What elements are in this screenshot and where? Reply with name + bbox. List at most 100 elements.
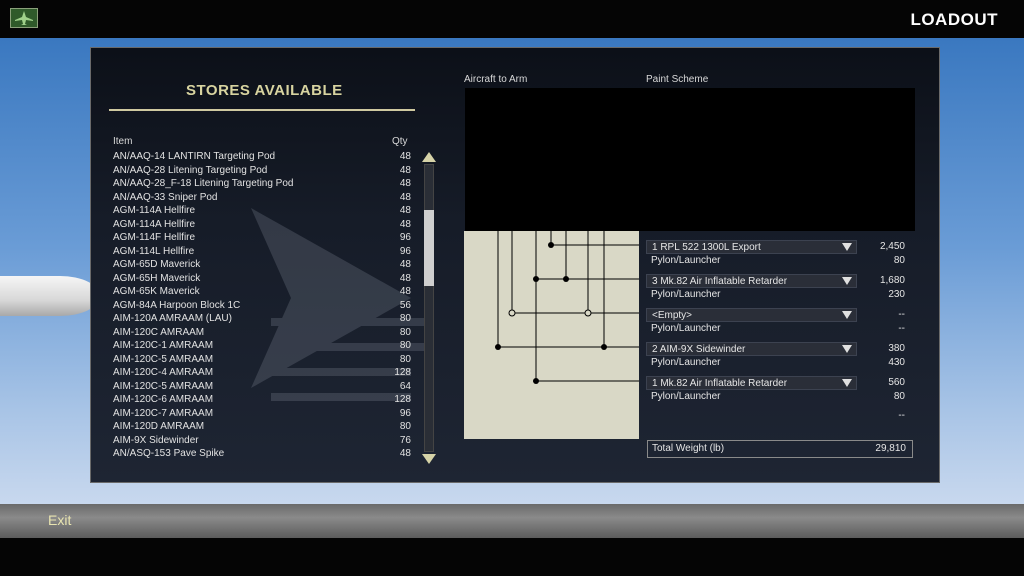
store-qty: 48 xyxy=(399,191,411,203)
station-dropdown[interactable]: 1 RPL 522 1300L Export xyxy=(646,240,857,254)
store-qty: 48 xyxy=(399,178,411,189)
store-qty: 80 xyxy=(399,353,411,365)
pylon-weight: 80 xyxy=(893,255,905,266)
store-qty: 64 xyxy=(399,380,411,392)
store-name: AIM-120A AMRAAM (LAU) xyxy=(113,313,232,324)
store-name: AIM-120C-5 AMRAAM xyxy=(113,353,214,365)
store-row[interactable]: AGM-114A Hellfire 48 xyxy=(113,204,415,218)
store-row[interactable]: AIM-120D AMRAAM 80 xyxy=(113,420,415,434)
store-row[interactable]: AGM-65D Maverick 48 xyxy=(113,258,415,272)
total-weight-value: 29,810 xyxy=(875,443,906,454)
station-store-name: 1 Mk.82 Air Inflatable Retarder xyxy=(652,378,788,389)
station-dropdown[interactable]: 3 Mk.82 Air Inflatable Retarder xyxy=(646,274,857,288)
station-dropdown[interactable]: <Empty> xyxy=(646,308,857,322)
store-name: AGM-114A Hellfire xyxy=(113,205,196,216)
store-name: AIM-120D AMRAAM xyxy=(113,421,205,432)
store-row[interactable]: AIM-120C-5 AMRAAM 64 xyxy=(113,380,415,394)
redacted-area xyxy=(465,88,915,231)
store-qty: 80 xyxy=(399,421,411,432)
pylon-label: Pylon/Launcher xyxy=(651,323,721,334)
home-button[interactable] xyxy=(10,8,38,28)
store-row[interactable]: AIM-9X Sidewinder 76 xyxy=(113,434,415,448)
store-row[interactable]: AIM-120C-1 AMRAAM 80 xyxy=(113,339,415,353)
missile-nose-image xyxy=(0,276,100,316)
store-row[interactable]: AN/AAQ-33 Sniper Pod 48 xyxy=(113,191,415,205)
stores-scrollbar[interactable] xyxy=(422,152,436,464)
store-row[interactable]: AIM-120A AMRAAM (LAU) 80 xyxy=(113,312,415,326)
store-qty: 48 xyxy=(399,259,411,270)
store-row[interactable]: AIM-120C AMRAAM 80 xyxy=(113,326,415,340)
exit-button[interactable]: Exit xyxy=(48,512,71,528)
store-row[interactable]: AN/AAQ-28_F-18 Litening Targeting Pod 48 xyxy=(113,177,415,191)
pylon-weight: -- xyxy=(898,323,905,334)
station-weight: 2,450 xyxy=(879,241,905,252)
store-name: AGM-114L Hellfire xyxy=(113,245,195,257)
loadout-panel: STORES AVAILABLE Item Qty AN/AAQ-14 LANT… xyxy=(90,47,940,483)
station-dropdown[interactable]: 1 Mk.82 Air Inflatable Retarder xyxy=(646,376,857,390)
store-name: AN/AAQ-28_F-18 Litening Targeting Pod xyxy=(113,178,294,189)
store-name: AIM-9X Sidewinder xyxy=(113,434,199,446)
station-weight: 1,680 xyxy=(879,275,905,286)
pylon-label: Pylon/Launcher xyxy=(651,357,721,368)
station-store-name: <Empty> xyxy=(652,310,693,321)
store-qty: 80 xyxy=(399,340,411,351)
extra-weight: -- xyxy=(898,410,905,421)
store-name: AIM-120C-7 AMRAAM xyxy=(113,407,214,419)
store-row[interactable]: AN/ASQ-153 Pave Spike 48 xyxy=(113,447,415,461)
store-row[interactable]: AIM-120C-7 AMRAAM 96 xyxy=(113,407,415,421)
store-qty: 48 xyxy=(399,205,411,216)
store-qty: 96 xyxy=(399,245,411,257)
scroll-down-arrow-icon[interactable] xyxy=(422,454,436,464)
store-row[interactable]: AGM-114F Hellfire 96 xyxy=(113,231,415,245)
store-row[interactable]: AGM-114A Hellfire 48 xyxy=(113,218,415,232)
store-row[interactable]: AGM-114L Hellfire 96 xyxy=(113,245,415,259)
station-dropdown[interactable]: 2 AIM-9X Sidewinder xyxy=(646,342,857,356)
store-name: AGM-114A Hellfire xyxy=(113,218,196,230)
store-name: AN/ASQ-153 Pave Spike xyxy=(113,448,225,459)
screen-title: LOADOUT xyxy=(910,10,998,29)
scroll-up-arrow-icon[interactable] xyxy=(422,152,436,162)
bottom-bar: Exit xyxy=(0,504,1024,538)
store-qty: 80 xyxy=(399,326,411,338)
store-row[interactable]: AGM-65K Maverick 48 xyxy=(113,285,415,299)
store-row[interactable]: AN/AAQ-28 Litening Targeting Pod 48 xyxy=(113,164,415,178)
store-qty: 128 xyxy=(394,394,411,405)
footer-strip xyxy=(0,538,1024,576)
store-name: AIM-120C-6 AMRAAM xyxy=(113,394,214,405)
store-name: AN/AAQ-33 Sniper Pod xyxy=(113,191,218,203)
store-qty: 56 xyxy=(399,299,411,311)
store-row[interactable]: AIM-120C-5 AMRAAM 80 xyxy=(113,353,415,367)
top-bar: LOADOUT xyxy=(0,0,1024,38)
store-qty: 48 xyxy=(399,151,411,162)
station-weight: -- xyxy=(898,309,905,320)
store-row[interactable]: AN/AAQ-14 LANTIRN Targeting Pod 48 xyxy=(113,150,415,164)
store-row[interactable]: AGM-65H Maverick 48 xyxy=(113,272,415,286)
store-qty: 80 xyxy=(399,313,411,324)
weapon-station-schematic xyxy=(464,231,639,439)
total-weight-label: Total Weight (lb) xyxy=(652,443,725,454)
store-qty: 48 xyxy=(399,164,411,176)
pylon-label: Pylon/Launcher xyxy=(651,255,721,266)
store-row[interactable]: AGM-84A Harpoon Block 1C 56 xyxy=(113,299,415,313)
title-divider xyxy=(109,109,415,111)
store-qty: 128 xyxy=(394,367,411,378)
station-store-name: 2 AIM-9X Sidewinder xyxy=(652,344,746,355)
stores-title: STORES AVAILABLE xyxy=(186,82,343,99)
pylon-weight: 80 xyxy=(893,391,905,402)
store-row[interactable]: AIM-120C-6 AMRAAM 128 xyxy=(113,393,415,407)
store-name: AGM-114F Hellfire xyxy=(113,232,196,243)
store-name: AGM-65K Maverick xyxy=(113,286,200,297)
store-name: AN/AAQ-28 Litening Targeting Pod xyxy=(113,164,268,176)
store-qty: 96 xyxy=(399,232,411,243)
column-header-qty: Qty xyxy=(392,136,408,147)
store-name: AIM-120C-1 AMRAAM xyxy=(113,340,214,351)
store-name: AN/AAQ-14 LANTIRN Targeting Pod xyxy=(113,151,276,162)
aircraft-to-arm-label: Aircraft to Arm xyxy=(464,74,528,85)
store-qty: 96 xyxy=(399,407,411,419)
store-qty: 48 xyxy=(399,272,411,284)
scroll-thumb[interactable] xyxy=(424,210,434,286)
store-row[interactable]: AIM-120C-4 AMRAAM 128 xyxy=(113,366,415,380)
scroll-track[interactable] xyxy=(424,164,434,452)
store-name: AGM-65D Maverick xyxy=(113,259,201,270)
pylon-label: Pylon/Launcher xyxy=(651,289,721,300)
